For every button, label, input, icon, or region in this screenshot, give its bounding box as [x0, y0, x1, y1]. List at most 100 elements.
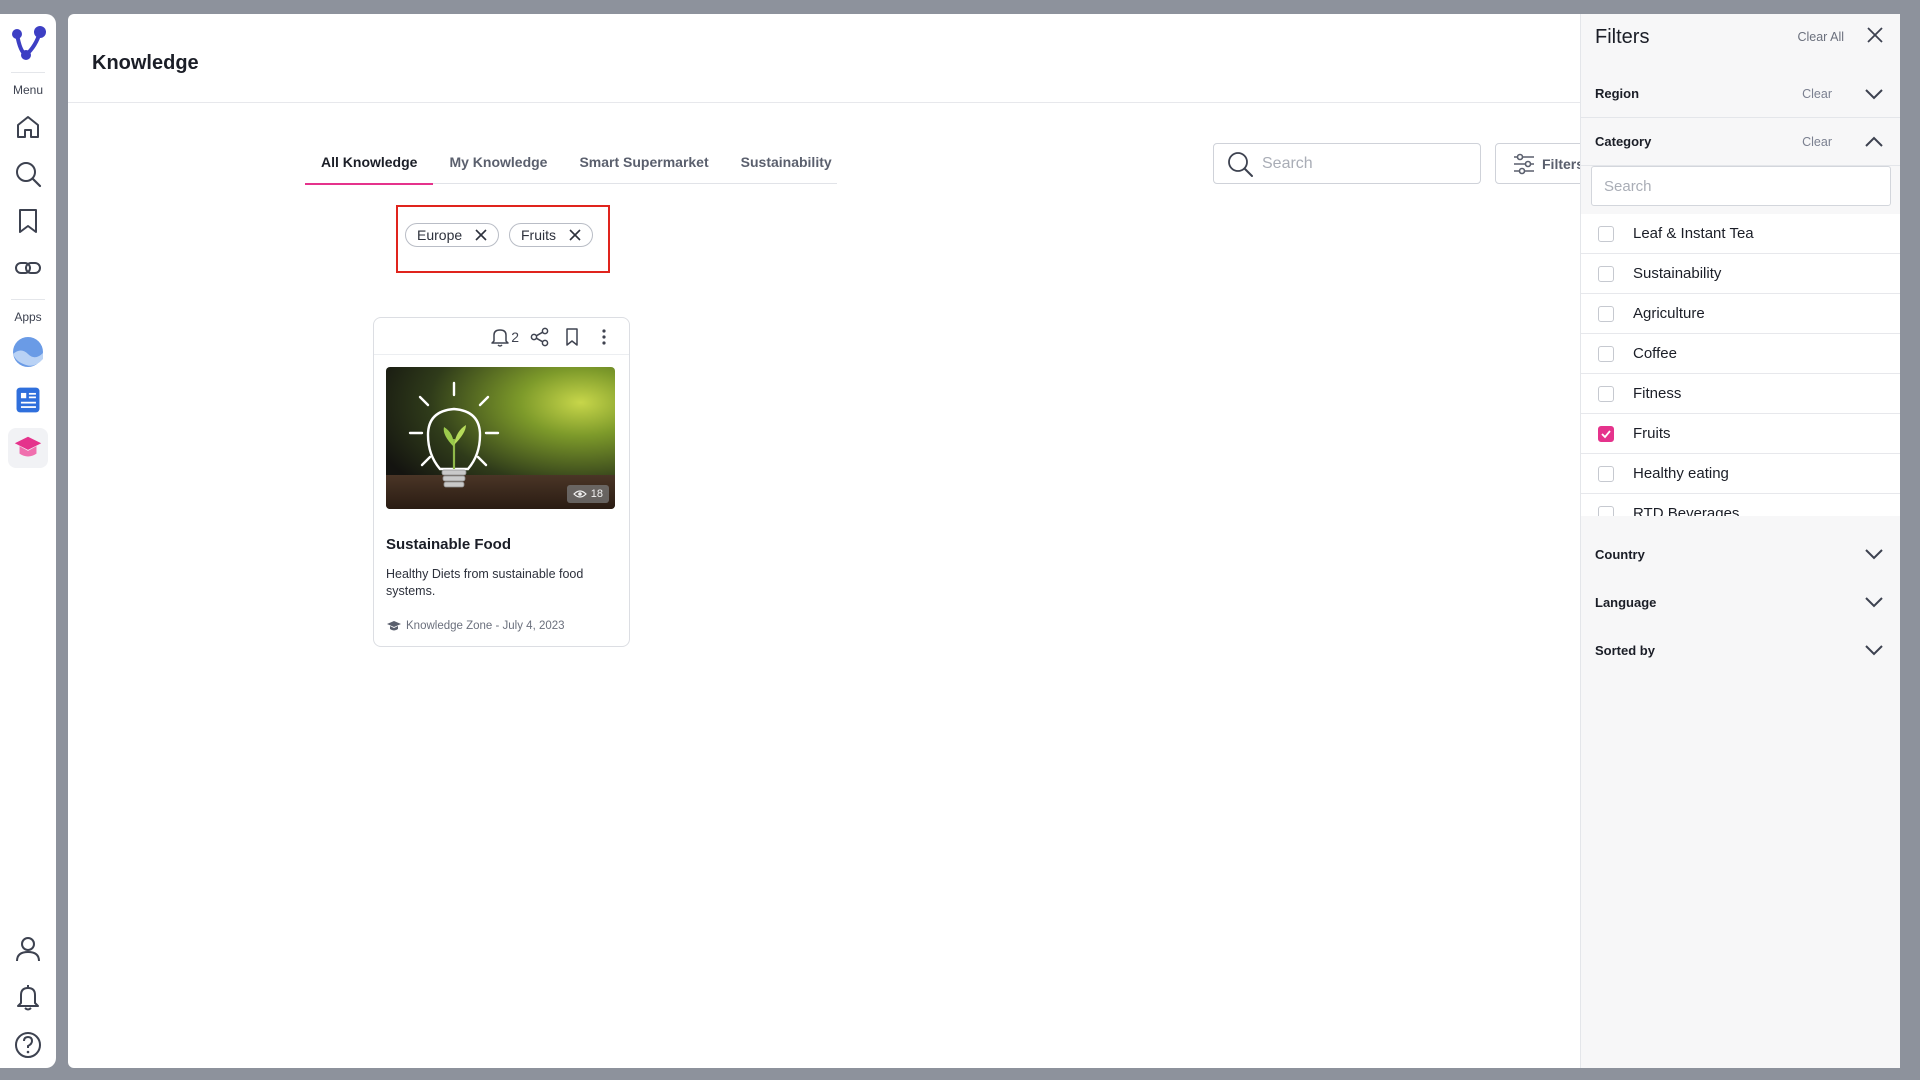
- filter-section-language[interactable]: Language: [1581, 578, 1900, 626]
- search-icon[interactable]: [11, 157, 45, 191]
- category-label: Fitness: [1633, 385, 1682, 402]
- category-search-input[interactable]: [1604, 177, 1874, 195]
- checkbox[interactable]: [1598, 265, 1614, 282]
- filter-section-country[interactable]: Country: [1581, 530, 1900, 578]
- link-icon[interactable]: [11, 251, 45, 285]
- tab-sustainability[interactable]: Sustainability: [725, 140, 848, 184]
- category-item-fitness[interactable]: Fitness: [1581, 374, 1900, 414]
- wave-app-icon[interactable]: [8, 332, 48, 372]
- sliders-icon: [1514, 153, 1534, 174]
- filters-panel: Filters Clear All Region Clear Category …: [1580, 14, 1900, 1068]
- rail-divider: [11, 299, 45, 300]
- category-label: Agriculture: [1633, 305, 1705, 322]
- card-actions: 2: [489, 326, 615, 348]
- more-vertical-icon: [602, 329, 606, 345]
- category-item-rtd-beverages[interactable]: RTD Beverages: [1581, 494, 1900, 516]
- search-icon: [1228, 151, 1253, 177]
- clear-all-button[interactable]: Clear All: [1797, 30, 1844, 44]
- card-thumbnail[interactable]: 18: [386, 367, 615, 509]
- category-item-agriculture[interactable]: Agriculture: [1581, 294, 1900, 334]
- checkbox[interactable]: [1598, 225, 1614, 242]
- search-input[interactable]: [1262, 154, 1462, 173]
- rail-divider: [11, 72, 45, 73]
- category-item-sustainability[interactable]: Sustainability: [1581, 254, 1900, 294]
- section-label: Region: [1595, 86, 1640, 101]
- chevron-up-icon[interactable]: [1862, 130, 1886, 154]
- left-rail: Menu Apps: [0, 14, 56, 1068]
- rail-bottom: [11, 918, 45, 1062]
- notifications-action[interactable]: 2: [489, 326, 519, 348]
- category-search-box[interactable]: [1591, 166, 1891, 206]
- chevron-down-icon[interactable]: [1862, 82, 1886, 106]
- checkbox[interactable]: [1598, 305, 1614, 322]
- checkbox-checked[interactable]: [1598, 425, 1614, 442]
- bell-icon: [491, 329, 509, 347]
- category-item-coffee[interactable]: Coffee: [1581, 334, 1900, 374]
- section-label: Country: [1595, 546, 1645, 562]
- close-filters-button[interactable]: [1864, 24, 1886, 51]
- bookmark-action[interactable]: [561, 326, 583, 348]
- region-clear-button[interactable]: Clear: [1802, 87, 1832, 101]
- more-options-action[interactable]: [593, 326, 615, 348]
- graduation-cap-app-icon[interactable]: [8, 428, 48, 468]
- tab-all-knowledge[interactable]: All Knowledge: [305, 140, 434, 185]
- page-title: Knowledge: [92, 52, 199, 74]
- lightbulb-sprout-icon: [408, 381, 500, 488]
- category-clear-button[interactable]: Clear: [1802, 135, 1832, 149]
- search-box[interactable]: [1213, 143, 1481, 184]
- checkbox[interactable]: [1598, 505, 1614, 516]
- document-app-icon[interactable]: [8, 380, 48, 420]
- checkbox[interactable]: [1598, 345, 1614, 362]
- section-label: Category: [1595, 134, 1652, 149]
- chip-label: Europe: [417, 227, 463, 243]
- filter-chip-europe: Europe: [405, 223, 500, 247]
- category-label: Leaf & Instant Tea: [1633, 225, 1754, 242]
- filters-panel-header: Filters Clear All: [1595, 22, 1886, 52]
- apps-label: Apps: [14, 310, 42, 324]
- checkmark-icon: [1601, 429, 1611, 438]
- graduation-cap-icon: [387, 621, 401, 631]
- share-action[interactable]: [529, 326, 551, 348]
- knowledge-card[interactable]: 2 18 Sustainable Food Healthy Diets from…: [373, 317, 630, 647]
- category-item-healthy-eating[interactable]: Healthy eating: [1581, 454, 1900, 494]
- close-icon: [1867, 26, 1883, 43]
- app-logo-icon[interactable]: [6, 22, 50, 66]
- tab-smart-supermarket[interactable]: Smart Supermarket: [563, 140, 724, 184]
- category-item-leaf-instant-tea[interactable]: Leaf & Instant Tea: [1581, 214, 1900, 254]
- filter-section-category[interactable]: Category Clear: [1581, 118, 1900, 166]
- filter-section-sorted-by[interactable]: Sorted by: [1581, 626, 1900, 674]
- checkbox[interactable]: [1598, 385, 1614, 402]
- home-icon[interactable]: [11, 110, 45, 144]
- filter-chip-fruits: Fruits: [509, 223, 593, 247]
- bookmark-icon[interactable]: [11, 204, 45, 238]
- tab-bar: All Knowledge My Knowledge Smart Superma…: [305, 140, 837, 185]
- eye-icon: [572, 490, 587, 498]
- views-badge: 18: [566, 485, 609, 503]
- chip-label: Fruits: [521, 227, 556, 243]
- help-icon[interactable]: [11, 1028, 45, 1062]
- checkbox[interactable]: [1598, 465, 1614, 482]
- view-count: 18: [590, 488, 603, 500]
- tab-my-knowledge[interactable]: My Knowledge: [433, 140, 563, 184]
- remove-chip-icon[interactable]: [474, 228, 488, 242]
- filters-button-label: Filters: [1542, 155, 1585, 172]
- filters-panel-title: Filters: [1595, 25, 1650, 48]
- category-label: Coffee: [1633, 345, 1677, 362]
- chevron-down-icon[interactable]: [1862, 590, 1886, 614]
- bell-icon[interactable]: [11, 980, 45, 1014]
- menu-label: Menu: [12, 83, 44, 97]
- chevron-down-icon[interactable]: [1862, 542, 1886, 566]
- category-item-fruits[interactable]: Fruits: [1581, 414, 1900, 454]
- card-meta: Knowledge Zone - July 4, 2023: [386, 618, 565, 634]
- notification-count: 2: [511, 329, 519, 345]
- card-title[interactable]: Sustainable Food: [386, 536, 511, 553]
- bookmark-icon: [566, 328, 578, 346]
- filter-section-region[interactable]: Region Clear: [1581, 70, 1900, 118]
- category-label: Sustainability: [1633, 265, 1722, 282]
- category-label: RTD Beverages: [1633, 505, 1740, 516]
- category-label: Fruits: [1633, 425, 1671, 442]
- remove-chip-icon[interactable]: [568, 228, 582, 242]
- user-icon[interactable]: [11, 932, 45, 966]
- chevron-down-icon[interactable]: [1862, 638, 1886, 662]
- share-icon: [530, 327, 549, 347]
